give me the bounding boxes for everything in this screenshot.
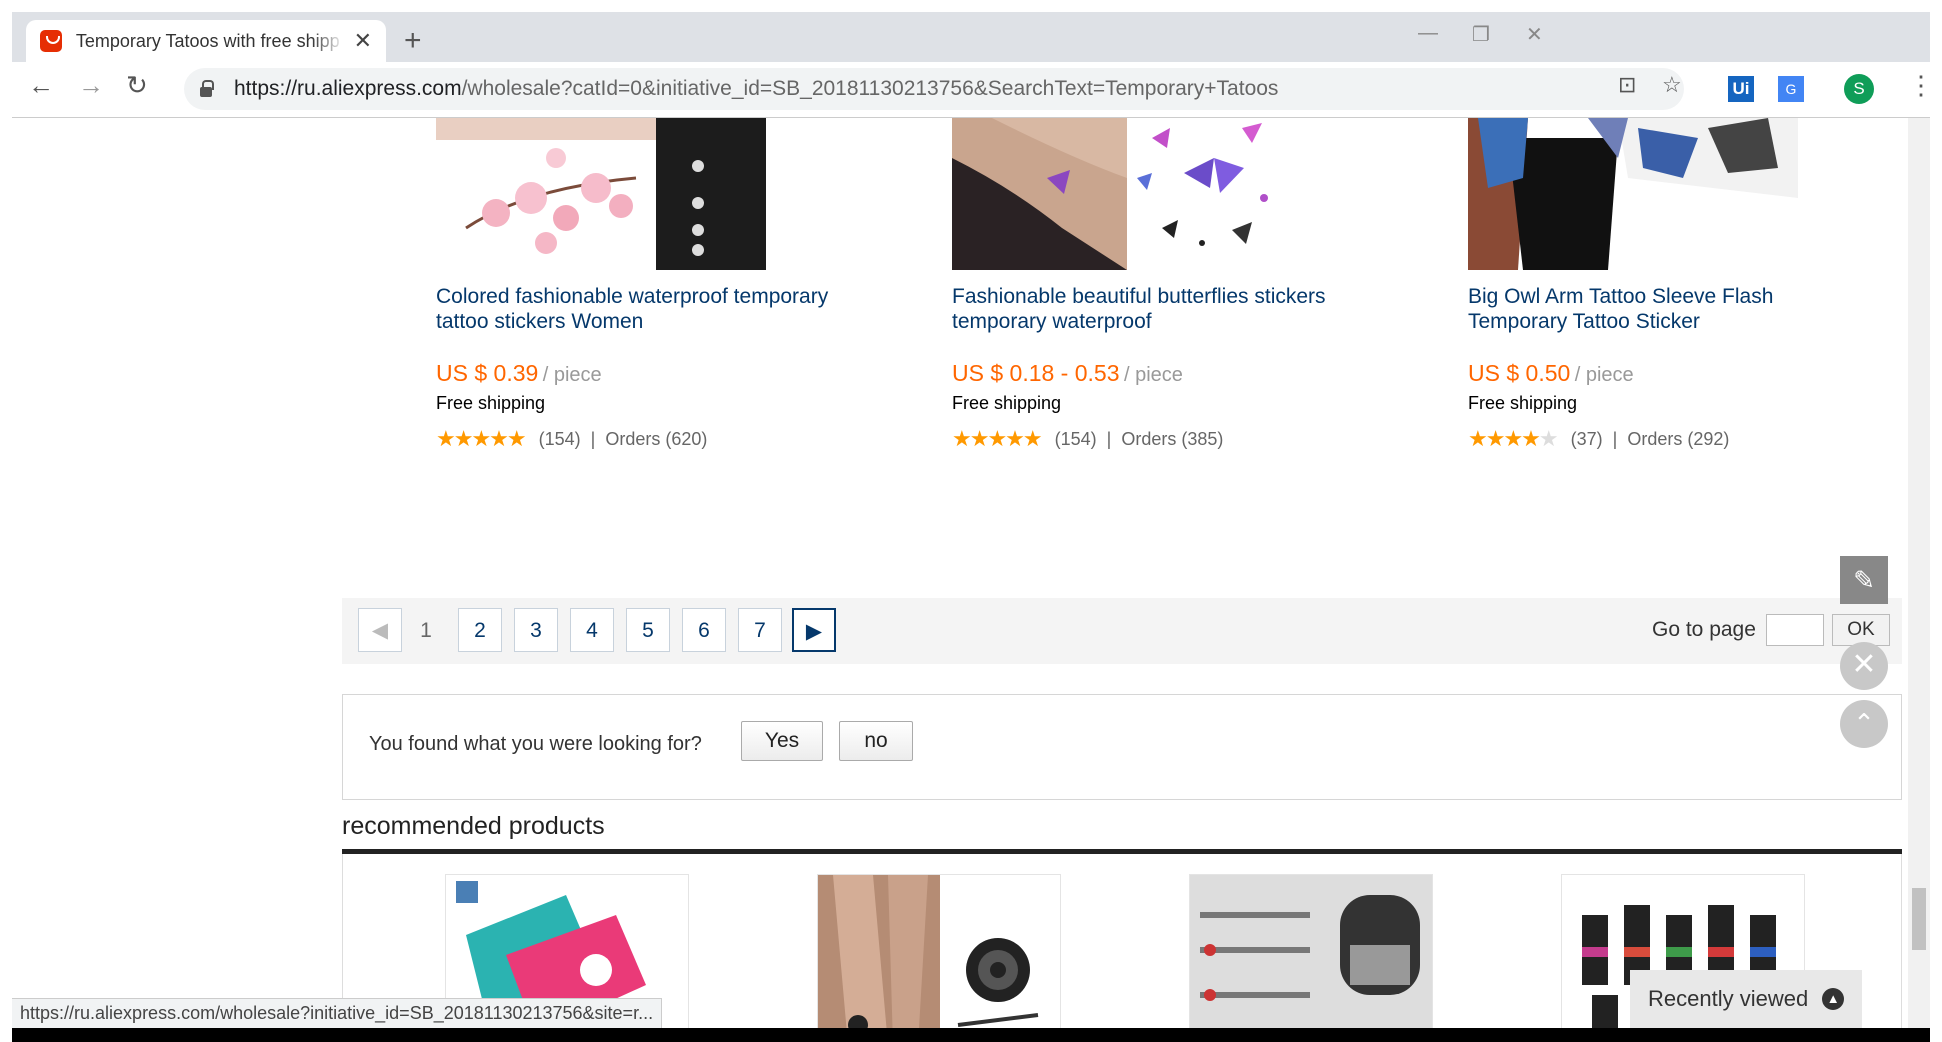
restore-icon[interactable]: ❐ — [1472, 22, 1490, 47]
recommended-item[interactable] — [1189, 874, 1433, 1028]
page-1: 1 — [420, 619, 432, 642]
shipping-label: Free shipping — [1468, 393, 1578, 413]
taskbar-edge — [12, 1028, 1930, 1042]
browser-tab[interactable]: Temporary Tatoos with free shipp ✕ — [26, 20, 386, 62]
product-price: US $ 0.18 - 0.53 — [952, 360, 1120, 386]
page-4[interactable]: 4 — [570, 608, 614, 652]
rating-row: ★★★★★ (154) | Orders (620) — [436, 426, 708, 451]
product-image[interactable] — [436, 118, 766, 270]
status-bar-url: https://ru.aliexpress.com/wholesale?init… — [12, 998, 663, 1028]
review-count[interactable]: (154) — [1055, 429, 1097, 450]
lock-icon — [200, 80, 214, 97]
product-price-row: US $ 0.39 / piece — [436, 360, 836, 387]
prev-page-button[interactable]: ◀ — [358, 608, 402, 652]
order-count[interactable]: Orders (385) — [1121, 429, 1223, 450]
review-count[interactable]: (37) — [1571, 429, 1603, 450]
profile-avatar[interactable]: S — [1844, 74, 1874, 104]
product-image[interactable] — [952, 118, 1282, 270]
minimize-icon[interactable]: — — [1418, 22, 1438, 45]
menu-kebab-icon[interactable]: ⋮ — [1908, 72, 1934, 98]
scrollbar-thumb[interactable] — [1912, 888, 1926, 950]
next-page-button[interactable]: ▶ — [792, 608, 836, 652]
aliexpress-favicon-icon — [40, 30, 62, 52]
product-card[interactable]: Fashionable beautiful butterflies sticke… — [952, 118, 1352, 452]
tab-close-icon[interactable]: ✕ — [354, 30, 372, 52]
browser-toolbar: ← → ↻ https://ru.aliexpress.com/wholesal… — [12, 62, 1934, 118]
feedback-no-button[interactable]: no — [839, 721, 913, 761]
order-count[interactable]: Orders (292) — [1627, 429, 1729, 450]
chevron-up-icon: ▲ — [1822, 988, 1845, 1010]
browser-window: Temporary Tatoos with free shipp ✕ + — ❐… — [0, 0, 1942, 1042]
product-price-row: US $ 0.50 / piece — [1468, 360, 1868, 387]
page-7[interactable]: 7 — [738, 608, 782, 652]
rating-row: ★★★★★ (154) | Orders (385) — [952, 426, 1224, 451]
pagination-bar: ◀ 1 2 3 4 5 6 7 ▶ Go to page OK — [342, 598, 1902, 664]
product-image[interactable] — [1468, 118, 1798, 270]
edit-feedback-button[interactable]: ✎ — [1840, 556, 1888, 604]
forward-arrow-icon[interactable]: → — [78, 72, 104, 98]
product-title-link[interactable]: Fashionable beautiful butterflies sticke… — [952, 284, 1352, 360]
shipping-label: Free shipping — [436, 393, 546, 413]
recently-viewed-button[interactable]: Recently viewed ▲ — [1630, 970, 1862, 1028]
tab-strip: Temporary Tatoos with free shipp ✕ + — ❐… — [12, 12, 1930, 62]
page-content: Colored fashionable waterproof temporary… — [12, 118, 1920, 1028]
product-title-link[interactable]: Big Owl Arm Tattoo Sleeve Flash Temporar… — [1468, 284, 1868, 360]
order-count[interactable]: Orders (620) — [605, 429, 707, 450]
goto-page-input[interactable] — [1766, 614, 1824, 646]
product-price: US $ 0.50 — [1468, 360, 1571, 386]
bookmark-star-icon[interactable]: ☆ — [1662, 74, 1682, 96]
price-unit: / piece — [1123, 364, 1183, 386]
feedback-box: You found what you were looking for? Yes… — [342, 694, 1902, 800]
back-to-top-icon[interactable]: ⌃ — [1840, 700, 1888, 748]
recommended-heading: recommended products — [342, 812, 605, 840]
review-count[interactable]: (154) — [539, 429, 581, 450]
page-3[interactable]: 3 — [514, 608, 558, 652]
feedback-yes-button[interactable]: Yes — [741, 721, 823, 761]
product-title-link[interactable]: Colored fashionable waterproof temporary… — [436, 284, 836, 360]
tab-title: Temporary Tatoos with free shipp — [75, 30, 340, 51]
address-bar[interactable]: https://ru.aliexpress.com/wholesale?catI… — [184, 68, 1684, 110]
back-arrow-icon[interactable]: ← — [28, 72, 54, 98]
page-2[interactable]: 2 — [458, 608, 502, 652]
new-tab-button[interactable]: + — [404, 26, 422, 56]
reload-icon[interactable]: ↻ — [126, 72, 148, 98]
product-price-row: US $ 0.18 - 0.53 / piece — [952, 360, 1352, 387]
rating-stars-icon: ★★★★★ — [952, 426, 1043, 451]
page-6[interactable]: 6 — [682, 608, 726, 652]
product-price: US $ 0.39 — [436, 360, 539, 386]
price-unit: / piece — [1574, 364, 1634, 386]
window-close-icon[interactable]: ✕ — [1526, 22, 1543, 47]
feedback-question: You found what you were looking for? — [369, 733, 702, 755]
product-card[interactable]: Big Owl Arm Tattoo Sleeve Flash Temporar… — [1468, 118, 1868, 452]
close-float-icon[interactable]: ✕ — [1840, 642, 1888, 690]
shipping-label: Free shipping — [952, 393, 1062, 413]
url-text[interactable]: https://ru.aliexpress.com/wholesale?catI… — [234, 77, 1278, 101]
google-translate-extension-icon[interactable]: G — [1778, 76, 1804, 102]
goto-page-label: Go to page — [1652, 618, 1756, 641]
recommended-item[interactable] — [817, 874, 1061, 1028]
page-5[interactable]: 5 — [626, 608, 670, 652]
rating-stars-icon: ★★★★★ — [436, 426, 527, 451]
rating-stars-icon: ★★★★★ — [1468, 426, 1559, 451]
price-unit: / piece — [542, 364, 602, 386]
recently-viewed-label: Recently viewed — [1648, 986, 1809, 1011]
page-scrollbar[interactable] — [1908, 118, 1930, 1028]
translate-page-icon[interactable]: ⊡ — [1618, 74, 1636, 96]
ui-extension-icon[interactable]: Ui — [1728, 76, 1754, 102]
product-card[interactable]: Colored fashionable waterproof temporary… — [436, 118, 836, 452]
rating-row: ★★★★★ (37) | Orders (292) — [1468, 426, 1730, 451]
